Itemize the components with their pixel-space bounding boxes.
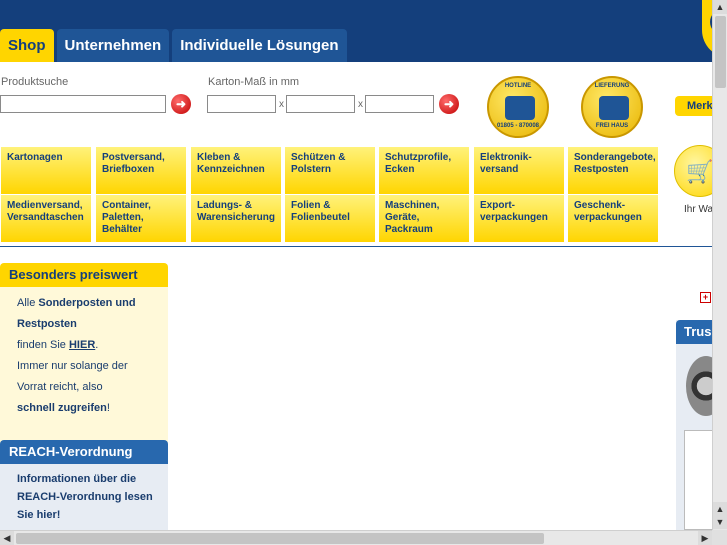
scroll-up-icon[interactable]: ▲ — [713, 502, 727, 516]
scroll-left-icon[interactable]: ◀ — [0, 531, 14, 545]
product-search-input[interactable] — [0, 95, 166, 113]
phone-icon — [505, 96, 535, 120]
carton-width-input[interactable] — [286, 95, 355, 113]
special-offers-line: finden Sie HIER. — [17, 335, 158, 356]
scrollbar-corner — [712, 530, 727, 545]
delivery-badge-title: LIEFERUNG — [594, 83, 630, 89]
category-elektronikversand[interactable]: Elektronik-versand — [474, 147, 564, 194]
site-header: Shop Unternehmen Individuelle Lösungen — [0, 0, 712, 62]
text: Alle — [17, 297, 39, 309]
scroll-down-icon[interactable]: ▼ — [713, 515, 727, 529]
cart-label: Ihr Wa — [684, 204, 714, 215]
special-offers-line: Alle Sonderposten und Restposten — [17, 293, 158, 335]
delivery-badge-subtitle: FREI HAUS — [595, 123, 629, 129]
product-search-label: Produktsuche — [1, 76, 69, 88]
carton-length-input[interactable] — [207, 95, 276, 113]
horizontal-scroll-thumb[interactable] — [16, 533, 544, 544]
trust-title: Trus — [676, 320, 716, 344]
hotline-number: 01805 - 870008 — [496, 123, 540, 129]
times-sign: x — [279, 99, 284, 110]
text: . — [95, 339, 99, 351]
category-medienversand[interactable]: Medienversand, Versandtaschen — [1, 195, 91, 242]
free-delivery-badge[interactable]: LIEFERUNG FREI HAUS — [581, 76, 643, 138]
special-offers-line: schnell zugreifen! — [17, 398, 158, 419]
special-offers-box: Besonders preiswert Alle Sonderposten un… — [0, 263, 168, 447]
carton-height-input[interactable] — [365, 95, 434, 113]
times-sign: x — [358, 99, 363, 110]
trust-panel: Trus — [676, 320, 726, 530]
special-offers-body: Alle Sonderposten und Restposten finden … — [0, 287, 168, 447]
carton-search-go-button[interactable]: ➜ — [439, 94, 459, 114]
category-schutzprofile[interactable]: Schutzprofile, Ecken — [379, 147, 469, 194]
special-offers-title: Besonders preiswert — [0, 263, 168, 287]
vertical-scrollbar[interactable]: ▲ ▲ ▼ — [712, 0, 727, 530]
category-exportverpackungen[interactable]: Export-verpackungen — [474, 195, 564, 242]
reach-title: REACH-Verordnung — [0, 440, 168, 464]
horizontal-scrollbar[interactable]: ◀ ▶ — [0, 530, 712, 545]
browser-viewport: Shop Unternehmen Individuelle Lösungen P… — [0, 0, 727, 545]
category-folien[interactable]: Folien & Folienbeutel — [285, 195, 375, 242]
product-search-go-button[interactable]: ➜ — [171, 94, 191, 114]
search-area: Produktsuche ➜ Karton-Maß in mm x x ➜ HO… — [0, 62, 712, 142]
tab-shop[interactable]: Shop — [0, 29, 54, 62]
carton-size-label: Karton-Maß in mm — [208, 76, 300, 88]
category-schuetzen[interactable]: Schützen & Polstern — [285, 147, 375, 194]
category-sonderangebote[interactable]: Sonderangebote, Restposten — [568, 147, 658, 194]
text: finden Sie — [17, 339, 69, 351]
category-ladungssicherung[interactable]: Ladungs- & Warensicherung — [191, 195, 281, 242]
category-geschenkverpackungen[interactable]: Geschenk-verpackungen — [568, 195, 658, 242]
scroll-up-icon[interactable]: ▲ — [713, 0, 727, 14]
category-container[interactable]: Container, Paletten, Behälter — [96, 195, 186, 242]
truck-icon — [599, 96, 629, 120]
special-offers-line: Immer nur solange der Vorrat reicht, als… — [17, 360, 128, 393]
vertical-scroll-thumb[interactable] — [715, 16, 726, 88]
content-divider — [0, 246, 712, 247]
hotline-badge-title: HOTLINE — [504, 83, 532, 89]
hotline-badge[interactable]: HOTLINE 01805 - 870008 — [487, 76, 549, 138]
scroll-right-icon[interactable]: ▶ — [698, 531, 712, 545]
plus-icon[interactable]: + — [700, 292, 711, 303]
category-kartonagen[interactable]: Kartonagen — [1, 147, 91, 194]
tab-individuelle-loesungen[interactable]: Individuelle Lösungen — [172, 29, 347, 62]
category-maschinen[interactable]: Maschinen, Geräte, Packraum — [379, 195, 469, 242]
text: ! — [106, 402, 110, 414]
category-postversand[interactable]: Postversand, Briefboxen — [96, 147, 186, 194]
tab-unternehmen[interactable]: Unternehmen — [56, 29, 170, 62]
hier-link[interactable]: HIER — [69, 339, 95, 351]
category-kleben[interactable]: Kleben & Kennzeichnen — [191, 147, 281, 194]
main-nav: Shop Unternehmen Individuelle Lösungen — [0, 29, 347, 62]
text: schnell zugreifen — [17, 402, 107, 414]
